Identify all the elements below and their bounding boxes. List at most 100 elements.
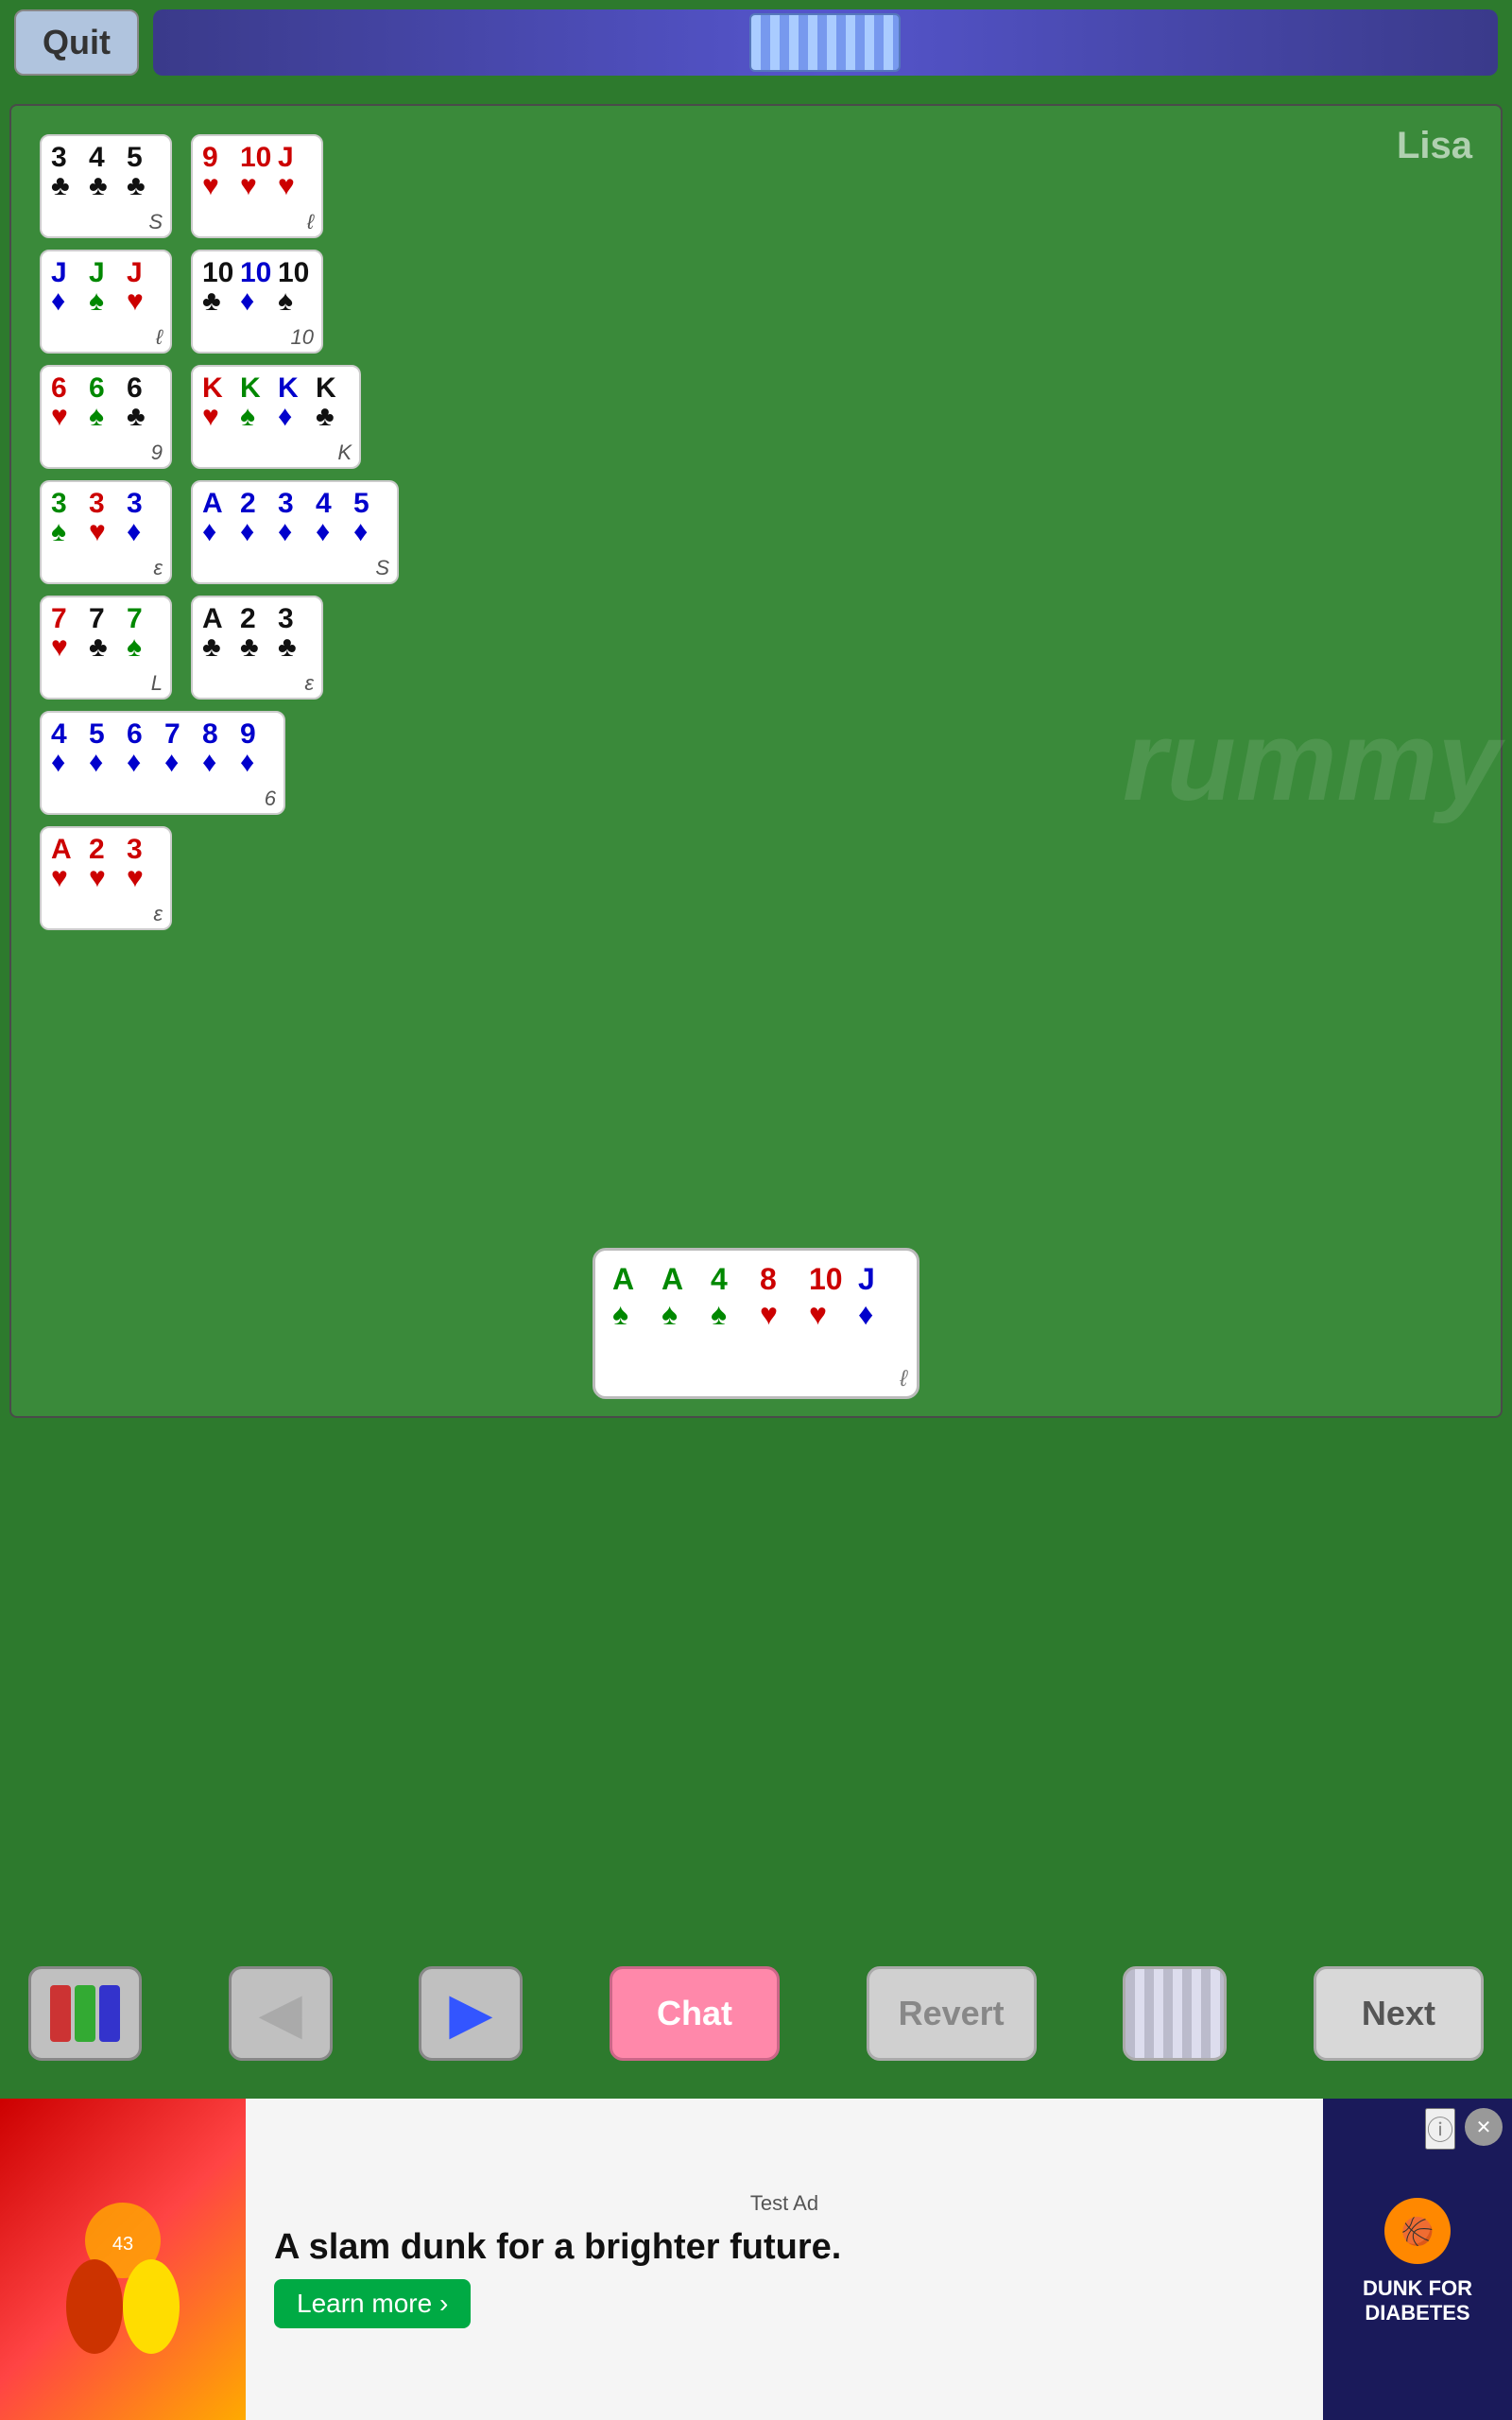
forward-arrow-icon: ▶ [449,1980,492,2047]
card-2c: 2 ♣ [240,605,274,681]
ad-info-button[interactable]: ⓘ [1425,2108,1455,2150]
card-9d: 9 ♦ [240,720,274,796]
hand-card-as1[interactable]: A ♠ [612,1262,654,1332]
meld-group-1[interactable]: 3 ♣ 4 ♣ 5 ♣ S [40,134,172,238]
card-jh: J ♥ [278,144,312,219]
card-3d: 3 ♦ [127,490,161,565]
card-7h: 7 ♥ [51,605,85,681]
deck-area[interactable] [153,9,1498,76]
card-ah: A ♥ [51,836,85,911]
meld-group-11[interactable]: 4 ♦ 5 ♦ 6 ♦ 7 ♦ 8 ♦ [40,711,285,815]
card-groups-container: 3 ♣ 4 ♣ 5 ♣ S 9 ♥ 10 [30,125,1482,940]
meld-group-9[interactable]: 7 ♥ 7 ♣ 7 ♠ L [40,596,172,700]
card-10d: 10 ♦ [240,259,274,335]
card-9h: 9 ♥ [202,144,236,219]
meld-group-6[interactable]: K ♥ K ♠ K ♦ K ♣ K [191,365,361,469]
card-5d: 5 ♦ [353,490,387,565]
ad-content: Test Ad A slam dunk for a brighter futur… [246,2172,1323,2347]
hand-card-jd[interactable]: J ♦ [858,1262,900,1332]
play-area: Lisa rummy 3 ♣ 4 ♣ 5 ♣ S [9,104,1503,1418]
card-10h: 10 ♥ [240,144,274,219]
card-7s: 7 ♠ [127,605,161,681]
card-4d: 4 ♦ [316,490,350,565]
back-button[interactable]: ◀ [229,1966,333,2061]
card-6c: 6 ♣ [127,374,161,450]
card-3s: 3 ♠ [51,490,85,565]
card-3c2: 3 ♣ [278,605,312,681]
card-6d: 6 ♦ [127,720,161,796]
meld-group-8[interactable]: A ♦ 2 ♦ 3 ♦ 4 ♦ 5 ♦ S [191,480,399,584]
card-jd: J ♦ [51,259,85,335]
card-4d2: 4 ♦ [51,720,85,796]
card-row-4: 3 ♠ 3 ♥ 3 ♦ ε A ♦ 2 [40,480,1472,584]
meld-group-12[interactable]: A ♥ 2 ♥ 3 ♥ ε [40,826,172,930]
draw-pile-button[interactable] [1123,1966,1227,2061]
card-js: J ♠ [89,259,123,335]
card-7c: 7 ♣ [89,605,123,681]
blue-stripe [99,1985,120,2042]
meld-group-3[interactable]: J ♦ J ♠ J ♥ ℓ [40,250,172,354]
top-bar: Quit [0,0,1512,85]
green-stripe [75,1985,95,2042]
chat-button[interactable]: Chat [610,1966,780,2061]
card-ks: K ♠ [240,374,274,450]
ad-image: 43 [0,2099,246,2420]
quit-button[interactable]: Quit [14,9,139,76]
hand-card-8h[interactable]: 8 ♥ [760,1262,801,1332]
ad-test-label: Test Ad [274,2191,1295,2216]
card-3c: 3 ♣ [51,144,85,219]
hand-card-10h[interactable]: 10 ♥ [809,1262,850,1332]
player-name-label: Lisa [1397,125,1472,167]
card-3h2: 3 ♥ [127,836,161,911]
card-row-7: A ♥ 2 ♥ 3 ♥ ε [40,826,1472,930]
meld-group-4[interactable]: 10 ♣ 10 ♦ 10 ♠ 10 [191,250,323,354]
hand-cards-container[interactable]: A ♠ A ♠ 4 ♠ 8 ♥ 10 ♥ J ♦ ℓ [593,1248,919,1399]
hand-card-as2[interactable]: A ♠ [662,1262,703,1332]
meld-group-5[interactable]: 6 ♥ 6 ♠ 6 ♣ 9 [40,365,172,469]
ad-logo-icon: 🏀 [1380,2193,1455,2269]
card-3d2: 3 ♦ [278,490,312,565]
hand-card-4s[interactable]: 4 ♠ [711,1262,752,1332]
card-row-2: J ♦ J ♠ J ♥ ℓ 10 ♣ 10 [40,250,1472,354]
forward-button[interactable]: ▶ [419,1966,523,2061]
ad-title-text: A slam dunk for a brighter future. [274,2227,1295,2268]
card-3h: 3 ♥ [89,490,123,565]
bottom-controls: ◀ ▶ Chat Revert Next [0,1938,1512,2089]
revert-button[interactable]: Revert [867,1966,1037,2061]
ad-cta-button[interactable]: Learn more › [274,2279,471,2328]
card-2h: 2 ♥ [89,836,123,911]
card-kd: K ♦ [278,374,312,450]
ad-banner: 43 Test Ad A slam dunk for a brighter fu… [0,2099,1512,2420]
color-stripes [43,1978,128,2049]
meld-group-2[interactable]: 9 ♥ 10 ♥ J ♥ ℓ [191,134,323,238]
ad-logo-area: 🏀 DUNK FOR DIABETES [1323,2099,1512,2420]
card-jh2: J ♥ [127,259,161,335]
card-8d: 8 ♦ [202,720,236,796]
card-5c: 5 ♣ [127,144,161,219]
card-10s: 10 ♠ [278,259,312,335]
red-stripe [50,1985,71,2042]
next-button[interactable]: Next [1314,1966,1484,2061]
svg-text:🏀: 🏀 [1401,2214,1435,2248]
hand-area: A ♠ A ♠ 4 ♠ 8 ♥ 10 ♥ J ♦ ℓ [0,1229,1512,1418]
card-2d: 2 ♦ [240,490,274,565]
card-row-6: 4 ♦ 5 ♦ 6 ♦ 7 ♦ 8 ♦ [40,711,1472,815]
meld-group-10[interactable]: A ♣ 2 ♣ 3 ♣ ε [191,596,323,700]
ad-illustration: 43 [38,2165,208,2354]
card-ac: A ♣ [202,605,236,681]
card-row-3: 6 ♥ 6 ♠ 6 ♣ 9 K ♥ K [40,365,1472,469]
meld-group-7[interactable]: 3 ♠ 3 ♥ 3 ♦ ε [40,480,172,584]
color-button[interactable] [28,1966,142,2061]
card-10c: 10 ♣ [202,259,236,335]
card-5d2: 5 ♦ [89,720,123,796]
card-7d: 7 ♦ [164,720,198,796]
hand-count: ℓ [900,1366,907,1392]
card-row-5: 7 ♥ 7 ♣ 7 ♠ L A ♣ 2 [40,596,1472,700]
card-6s: 6 ♠ [89,374,123,450]
svg-text:43: 43 [112,2234,133,2255]
card-ad: A ♦ [202,490,236,565]
card-kh: K ♥ [202,374,236,450]
card-6h: 6 ♥ [51,374,85,450]
ad-close-button[interactable]: ✕ [1465,2108,1503,2146]
ad-logo-text: DUNK FOR DIABETES [1323,2276,1512,2325]
